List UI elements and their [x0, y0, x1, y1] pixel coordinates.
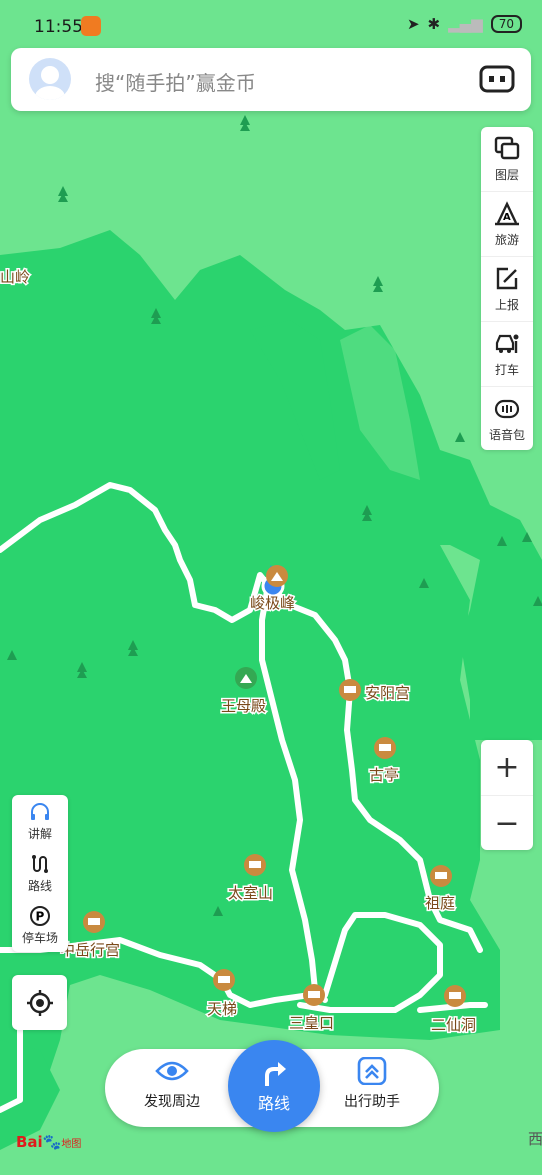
- turn-arrow-icon: [265, 1062, 286, 1086]
- location-arrow-icon: ➤: [406, 15, 420, 33]
- baidu-map-logo: Bai🐾地图: [16, 1133, 82, 1151]
- crosshair-icon: [26, 989, 53, 1016]
- toolbar-label: 上报: [494, 297, 519, 312]
- taxi-button[interactable]: 打车: [481, 322, 533, 387]
- poi-temple-icon: [339, 679, 361, 701]
- layers-button[interactable]: 图层: [481, 127, 533, 192]
- travel-icon: A: [495, 200, 519, 225]
- poi-label: 峻极峰: [250, 594, 295, 612]
- signal-icon: ▂▄▆: [448, 15, 483, 33]
- poi-building-icon: [244, 854, 266, 876]
- taxi-icon: [495, 334, 519, 353]
- search-bar[interactable]: 搜“随手拍”赢金币: [11, 48, 531, 111]
- poi-building-icon: [303, 984, 325, 1006]
- right-toolbar: 图层 A 旅游 上报 打车 语音包: [481, 127, 533, 450]
- bluetooth-icon: ✱: [427, 15, 441, 33]
- route-list-button[interactable]: 路线: [12, 847, 68, 899]
- route-label: 路线: [257, 1094, 290, 1113]
- parking-button[interactable]: P 停车场: [12, 899, 68, 951]
- poi-label: 二仙洞: [431, 1016, 476, 1034]
- left-toolbar-label: 路线: [27, 878, 52, 893]
- poi-label: 天梯: [207, 1000, 237, 1018]
- poi-label: 山岭: [0, 268, 30, 286]
- poi-label: 王母殿: [221, 697, 266, 715]
- layers-icon: [494, 136, 520, 159]
- assistant-label: 出行助手: [344, 1094, 400, 1110]
- report-icon: [496, 267, 518, 289]
- poi-scenic-icon: [235, 667, 257, 689]
- poi-temple-icon: [83, 911, 105, 933]
- toolbar-label: 旅游: [494, 232, 519, 247]
- left-toolbar-label: 讲解: [27, 826, 52, 841]
- voice-pack-button[interactable]: 语音包: [481, 387, 533, 451]
- eye-icon: [155, 1061, 189, 1081]
- route-button[interactable]: 路线: [228, 1040, 320, 1132]
- left-toolbar: 讲解 路线 P 停车场: [12, 795, 68, 952]
- poi-label: 安阳宫: [365, 684, 410, 702]
- poi-building-icon: [213, 969, 235, 991]
- paw-icon: 🐾: [42, 1133, 62, 1151]
- travel-button[interactable]: A 旅游: [481, 192, 533, 257]
- travel-assistant-icon: [357, 1057, 387, 1085]
- poi-label: 三皇口: [289, 1014, 334, 1032]
- poi-peak-icon: [266, 565, 288, 587]
- search-input[interactable]: 搜“随手拍”赢金币: [95, 67, 256, 96]
- discover-label: 发现周边: [144, 1094, 200, 1110]
- toolbar-label: 打车: [494, 362, 519, 377]
- zoom-in-button[interactable]: +: [481, 740, 533, 796]
- status-bar: 11:55 ➤ ✱ ▂▄▆ 70: [0, 0, 542, 52]
- poi-label: 古亭: [369, 766, 399, 784]
- headphones-icon: [31, 802, 49, 820]
- poi-label: 祖庭: [425, 894, 455, 912]
- parking-icon: P: [30, 905, 50, 926]
- svg-text:A: A: [503, 212, 511, 223]
- poi-building-icon: [444, 985, 466, 1007]
- discover-nearby-button[interactable]: 发现周边: [117, 1057, 227, 1111]
- status-icons: ➤ ✱ ▂▄▆ 70: [407, 15, 522, 33]
- poi-building-icon: [430, 865, 452, 887]
- route-icon: [32, 854, 48, 873]
- travel-assistant-button[interactable]: 出行助手: [317, 1057, 427, 1111]
- notification-icon: [81, 16, 101, 36]
- left-toolbar-label: 停车场: [21, 930, 58, 945]
- edge-label: 西: [528, 1130, 542, 1148]
- zoom-control: + −: [481, 740, 533, 850]
- svg-text:P: P: [36, 909, 45, 923]
- locate-button[interactable]: [12, 975, 67, 1030]
- poi-label: 中岳行宫: [60, 941, 120, 959]
- toolbar-label: 语音包: [488, 427, 525, 442]
- poi-building-icon: [374, 737, 396, 759]
- battery-icon: 70: [490, 15, 522, 33]
- poi-label: 太室山: [228, 884, 273, 902]
- report-button[interactable]: 上报: [481, 257, 533, 322]
- zoom-out-button[interactable]: −: [481, 796, 533, 851]
- scan-icon[interactable]: [479, 65, 515, 93]
- toolbar-label: 图层: [494, 167, 519, 182]
- status-time: 11:55: [34, 17, 83, 37]
- voice-pack-icon: [494, 399, 520, 418]
- map-canvas[interactable]: 峻极峰 王母殿 安阳宫 古亭 太室山 祖庭 中岳行宫 天梯 三皇口 二仙洞 山岭: [0, 0, 542, 1175]
- audio-guide-button[interactable]: 讲解: [12, 795, 68, 847]
- avatar[interactable]: [29, 58, 71, 100]
